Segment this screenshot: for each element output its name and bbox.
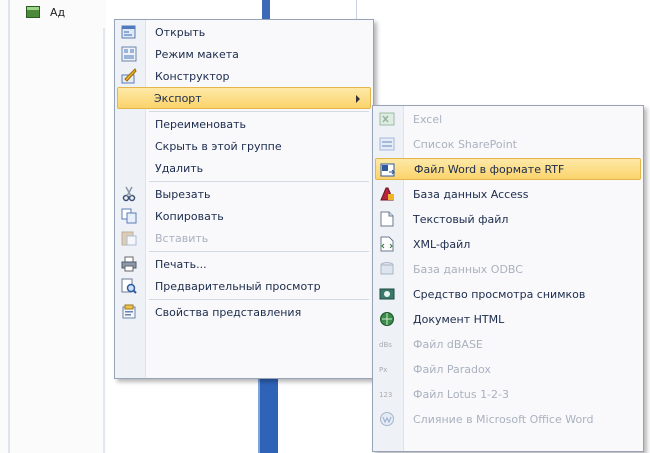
printer-icon [121,256,137,272]
svg-text:123: 123 [379,391,392,399]
snapshot-viewer-icon [379,286,395,302]
menu-separator [149,181,369,182]
menu-separator [149,299,369,300]
export-item-html[interactable]: Документ HTML [375,308,641,330]
dbase-icon: dBs [379,336,395,352]
word-rtf-icon [380,162,396,178]
print-preview-icon [121,278,137,294]
export-item-word-rtf[interactable]: Файл Word в формате RTF [375,158,641,180]
menu-item-paste[interactable]: Вставить [117,227,371,249]
navigation-pane: Ад [0,0,106,453]
excel-icon [379,111,395,127]
export-item-lotus[interactable]: 123 Файл Lotus 1-2-3 [375,383,641,405]
access-icon [379,186,395,202]
menu-item-rename[interactable]: Переименовать [117,113,371,135]
menu-item-open[interactable]: Открыть [117,21,371,43]
nav-pane-divider [103,28,105,453]
paste-icon [121,230,137,246]
html-icon [379,311,395,327]
menu-item-hide-in-group[interactable]: Скрыть в этой группе [117,135,371,157]
menu-item-copy[interactable]: Копировать [117,205,371,227]
menu-item-print-preview[interactable]: Предварительный просмотр [117,275,371,297]
menu-separator [149,111,369,112]
nav-pane-edge [8,0,10,453]
export-item-odbc[interactable]: База данных ODBC [375,258,641,280]
menu-separator [149,251,369,252]
odbc-icon [379,261,395,277]
scissors-icon [121,186,137,202]
menu-item-layout-view[interactable]: Режим макета [117,43,371,65]
nav-item[interactable]: Ад [26,2,65,22]
table-icon [26,6,40,18]
context-menu: Открыть Режим макета Конструктор Экспорт… [114,19,374,379]
submenu-arrow-icon [356,95,360,103]
menu-item-cut[interactable]: Вырезать [117,183,371,205]
lotus-icon: 123 [379,386,395,402]
xml-file-icon [379,236,395,252]
word-merge-icon [379,411,395,427]
svg-text:Px: Px [379,366,387,374]
export-item-snapshot-viewer[interactable]: Средство просмотра снимков [375,283,641,305]
paradox-icon: Px [379,361,395,377]
open-form-icon [121,24,137,40]
sharepoint-icon [379,136,395,152]
properties-icon [121,304,137,320]
menu-item-print[interactable]: Печать... [117,253,371,275]
export-item-excel[interactable]: Excel [375,108,641,130]
design-view-icon [121,68,137,84]
text-file-icon [379,211,395,227]
menu-item-design-view[interactable]: Конструктор [117,65,371,87]
menu-item-export[interactable]: Экспорт [117,87,371,109]
export-item-text-file[interactable]: Текстовый файл [375,208,641,230]
export-item-dbase[interactable]: dBs Файл dBASE [375,333,641,355]
export-item-word-merge[interactable]: Слияние в Microsoft Office Word [375,408,641,430]
svg-text:dBs: dBs [379,341,392,349]
copy-icon [121,208,137,224]
menu-item-view-properties[interactable]: Свойства представления [117,301,371,323]
layout-view-icon [121,46,137,62]
export-item-access[interactable]: База данных Access [375,183,641,205]
nav-item-label: Ад [50,5,66,19]
export-item-xml-file[interactable]: XML-файл [375,233,641,255]
export-submenu: Excel Список SharePoint Файл Word в форм… [372,105,644,452]
menu-item-delete[interactable]: Удалить [117,157,371,179]
export-item-sharepoint[interactable]: Список SharePoint [375,133,641,155]
export-item-paradox[interactable]: Px Файл Paradox [375,358,641,380]
